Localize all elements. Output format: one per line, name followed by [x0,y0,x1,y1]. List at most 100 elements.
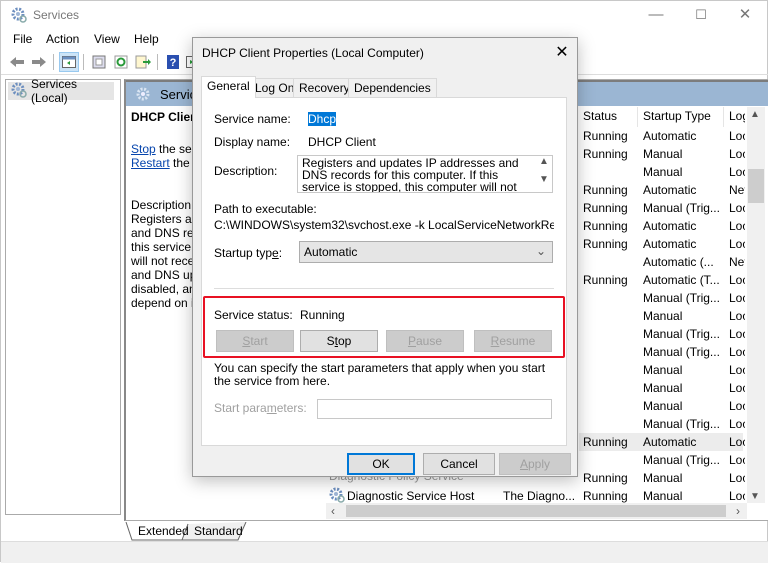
minimize-button[interactable]: — [636,5,676,25]
start-parameters-input[interactable] [317,399,552,419]
maximize-button[interactable]: ☐ [681,5,721,25]
apply-button[interactable]: Apply [499,453,571,475]
scroll-right-icon[interactable]: › [736,504,740,518]
column-separator[interactable] [723,107,724,127]
status-cell: Running [583,219,628,233]
close-button[interactable]: ✕ [725,5,765,25]
status-cell: Running [583,183,628,197]
tab-dependencies[interactable]: Dependencies [348,78,437,97]
properties-dialog: DHCP Client Properties (Local Computer) … [192,37,578,477]
list-row[interactable]: Running Manual Loca [579,469,745,487]
startup-type-cell: Manual [643,489,683,503]
list-row[interactable]: Manual Loca [579,397,745,415]
horizontal-scroll-thumb[interactable] [346,505,726,517]
list-row[interactable]: Manual (Trig... Loca [579,343,745,361]
description-line: will not receive dynamic IP addresses [131,254,201,268]
scroll-up-icon[interactable]: ▲ [536,156,552,168]
toolbar-separator [53,54,54,70]
services-gear-icon [136,87,152,106]
log-on-as-cell: Loca [729,345,745,359]
services-gear-icon [11,7,27,23]
display-name-value[interactable]: DHCP Client [308,135,376,149]
back-icon[interactable] [7,52,27,72]
stop-service-link[interactable]: Stop [131,142,156,156]
list-row[interactable]: Manual Loca [579,361,745,379]
tree-item-services-local[interactable]: Services (Local) [8,77,114,105]
log-on-as-cell: Loca [729,417,745,431]
scroll-up-icon[interactable]: ▲ [750,109,760,120]
help-icon[interactable]: ? [163,52,183,72]
description-line: disabled, any services that explicitly [131,282,201,296]
startup-type-cell: Manual (Trig... [643,291,720,305]
list-row[interactable]: Running Automatic Loca [579,127,745,145]
description-scrollbar[interactable]: ▲ ▼ [536,156,552,192]
service-name: Diagnostic Service Host [347,489,475,503]
menu-view[interactable]: View [94,32,120,46]
list-row[interactable]: Manual (Trig... Loca [579,415,745,433]
list-row[interactable]: Manual Loca [579,379,745,397]
menu-help[interactable]: Help [134,32,159,46]
startup-type-cell: Automatic [643,435,697,449]
description-text: Registers and updates IP addresses and D… [302,156,519,193]
column-separator[interactable] [637,107,638,127]
startup-type-cell: Automatic [643,129,697,143]
list-row[interactable]: Running Automatic Loca [579,217,745,235]
service-name-value[interactable]: Dhcp [308,112,337,126]
description-textbox[interactable]: Registers and updates IP addresses and D… [297,155,553,193]
description-line: depend on it will fail to start. [131,296,201,310]
list-row[interactable]: Manual Loca [579,307,745,325]
tab-recovery[interactable]: Recovery [293,78,356,97]
vertical-scroll-thumb[interactable] [748,169,764,203]
status-cell: Running [583,201,628,215]
list-row[interactable]: Running Manual (Trig... Loca [579,199,745,217]
column-header-log-on-as[interactable]: Log [729,109,745,129]
menu-file[interactable]: File [13,32,32,46]
ok-button[interactable]: OK [347,453,415,475]
list-row[interactable]: Running Manual Loca [579,145,745,163]
export-list-icon[interactable] [133,52,153,72]
log-on-as-cell: Loca [729,435,745,449]
path-value[interactable]: C:\WINDOWS\system32\svchost.exe -k Local… [214,218,554,232]
forward-icon[interactable] [29,52,49,72]
scroll-left-icon[interactable]: ‹ [331,504,335,518]
show-hide-console-tree-icon[interactable] [59,52,79,72]
description-label: Description: [131,198,195,212]
list-row[interactable]: Manual Loca [579,163,745,181]
description-line: and DNS updates. If this service is [131,268,201,282]
list-row[interactable]: Running Automatic (T... Loca [579,271,745,289]
list-row[interactable]: Automatic (... Netw [579,253,745,271]
list-row[interactable]: Running Automatic Loca [579,235,745,253]
list-row[interactable]: Manual (Trig... Loca [579,451,745,469]
status-cell: Running [583,147,628,161]
tab-standard[interactable]: Standard [186,522,251,540]
startup-type-value: Automatic [304,245,358,259]
tree-item-label: Services (Local) [31,77,78,105]
column-header-startup-type[interactable]: Startup Type [643,109,711,129]
scroll-down-icon[interactable]: ▼ [536,174,552,186]
general-tab-panel: Service name: Dhcp Display name: DHCP Cl… [201,97,567,446]
list-row[interactable]: Manual (Trig... Loca [579,325,745,343]
startup-type-dropdown[interactable]: Automatic ⌄ [299,241,553,263]
startup-type-cell: Automatic [643,237,697,251]
properties-icon[interactable] [89,52,109,72]
list-row[interactable]: Manual (Trig... Loca [579,289,745,307]
column-header-status[interactable]: Status [583,109,617,129]
log-on-as-cell: Loca [729,165,745,179]
vertical-scrollbar[interactable] [747,107,765,503]
service-description: The Diagno... [503,489,576,503]
tab-general[interactable]: General [201,76,256,98]
status-cell: Running [583,471,628,485]
dialog-title: DHCP Client Properties (Local Computer) [202,46,424,60]
list-row[interactable]: Running Automatic Loca [579,433,745,451]
description-label: Description: [214,164,278,178]
restart-service-link[interactable]: Restart [131,156,170,170]
refresh-icon[interactable] [111,52,131,72]
scroll-down-icon[interactable]: ▼ [750,491,760,502]
menu-action[interactable]: Action [46,32,79,46]
dialog-close-button[interactable]: ✕ [551,42,573,64]
start-params-label: Start parameters: [214,401,307,415]
list-row[interactable]: Running Automatic Netw [579,181,745,199]
chevron-down-icon: ⌄ [535,244,546,258]
startup-type-cell: Automatic (... [643,255,714,269]
cancel-button[interactable]: Cancel [423,453,495,475]
